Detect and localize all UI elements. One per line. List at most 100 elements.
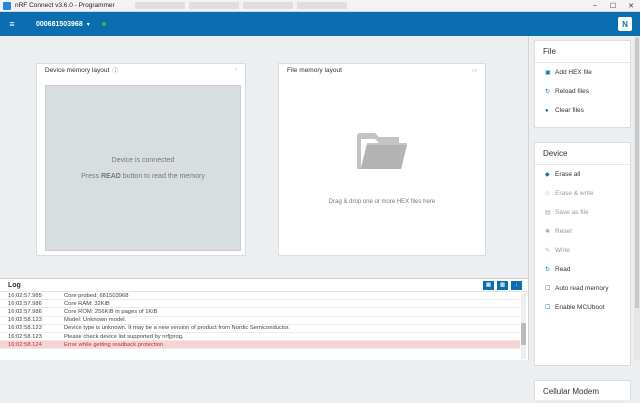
log-timestamp: 16:02:57.986 <box>8 300 42 307</box>
action-label: Clear files <box>555 107 584 114</box>
sidebar: File ▣ Add HEX file ↻ Reload files ● Clear fi… <box>528 36 640 403</box>
minus-circle-icon: ● <box>545 107 549 114</box>
log-message: Please check device list supported by nr… <box>64 333 184 340</box>
checkbox-icon: ☐ <box>545 286 551 292</box>
device-memory-header: Device memory layout ⓘ ▫ <box>37 64 245 76</box>
device-memory-title: Device memory layout <box>45 66 110 74</box>
nordic-logo: N <box>618 17 632 31</box>
device-actions: ◆ Erase all ◇ Erase & write ▤ Save as file ✱ Re… <box>535 165 630 317</box>
log-row: 16:02:57.986 Core ROM: 256KiB in pages of… <box>0 308 520 317</box>
file-memory-card: File memory layout ▭ Drag & drop one or … <box>278 63 486 256</box>
auto-read-memory-button[interactable]: ☐ Auto read memory <box>535 279 630 298</box>
file-memory-title: File memory layout <box>287 66 342 74</box>
file-memory-header: File memory layout ▭ <box>279 64 485 76</box>
maximize-icon[interactable]: ☐ <box>604 0 622 12</box>
action-label: Erase all <box>555 171 581 178</box>
save-icon: ▤ <box>545 210 551 216</box>
log-row: 16:02:57.985 Core probed: 681503968 <box>0 292 520 301</box>
action-label: Erase & write <box>555 190 594 197</box>
log-row-error: 16:02:58.124 Error while getting readback… <box>0 341 520 350</box>
log-entries: 16:02:57.985 Core probed: 681503968 16:02:… <box>0 292 520 350</box>
log-header: Log ▤ ▥ ↓ <box>0 279 528 292</box>
background-tab <box>188 2 239 9</box>
action-label: Read <box>555 266 571 273</box>
save-as-file-button[interactable]: ▤ Save as file <box>535 203 630 222</box>
action-label: Add HEX file <box>555 69 592 76</box>
device-memory-map: Device is connected Press READ button to… <box>45 85 241 251</box>
log-message: Core RAM: 32KiB <box>64 300 110 307</box>
erase-all-button[interactable]: ◆ Erase all <box>535 165 630 184</box>
log-scrollbar[interactable] <box>521 293 526 359</box>
reload-files-button[interactable]: ↻ Reload files <box>535 82 630 101</box>
cellular-modem-panel: Cellular Modem <box>534 380 631 403</box>
background-tab <box>242 2 293 9</box>
log-message: Device type is unknown. It may be a new … <box>64 325 290 332</box>
cellular-modem-title: Cellular Modem <box>535 381 630 403</box>
hamburger-menu-icon[interactable]: ≡ <box>0 19 24 29</box>
action-label: Write <box>555 247 571 254</box>
minimize-icon[interactable]: – <box>586 0 604 12</box>
log-scrollbar-thumb[interactable] <box>521 323 526 345</box>
add-hex-file-button[interactable]: ▣ Add HEX file <box>535 63 630 82</box>
action-label: Auto read memory <box>555 285 609 292</box>
log-timestamp: 16:02:58.123 <box>8 325 42 332</box>
log-message: Error while getting readback protection <box>64 341 164 348</box>
log-toolbar: ▤ ▥ ↓ <box>483 280 522 290</box>
folder-small-icon: ▭ <box>471 67 477 74</box>
log-row: 16:02:57.986 Core RAM: 32KiB <box>0 300 520 309</box>
window-title: nRF Connect v3.6.0 - Programmer <box>15 2 115 9</box>
device-panel-title: Device <box>535 143 630 165</box>
enable-mcuboot-button[interactable]: ☐ Enable MCUboot <box>535 298 630 317</box>
log-timestamp: 16:02:58.123 <box>8 317 42 324</box>
log-panel: Log ▤ ▥ ↓ 16:02:57.985 Core probed: 68150… <box>0 278 528 360</box>
read-instruction-keyword: READ <box>100 172 121 180</box>
sidebar-scrollbar[interactable] <box>634 36 640 360</box>
eraser-icon: ◆ <box>545 172 550 178</box>
sidebar-scrollbar-thumb[interactable] <box>635 38 639 308</box>
device-memory-card: Device memory layout ⓘ ▫ Device is conne… <box>36 63 246 256</box>
close-icon[interactable]: ✕ <box>622 0 640 12</box>
file-panel-title: File <box>535 41 630 63</box>
background-tab <box>134 2 185 9</box>
action-label: Reset <box>555 228 572 235</box>
erase-write-button[interactable]: ◇ Erase & write <box>535 184 630 203</box>
app-bar: ≡ 000681503968 ▾ N <box>0 12 640 36</box>
device-selector[interactable]: 000681503968 <box>36 21 83 28</box>
eraser-write-icon: ◇ <box>545 191 550 197</box>
info-icon[interactable]: ⓘ <box>112 66 118 75</box>
log-row: 16:02:58.123 Device type is unknown. It m… <box>0 325 520 333</box>
window-controls: – ☐ ✕ <box>586 0 640 12</box>
reset-button[interactable]: ✱ Reset <box>535 222 630 241</box>
file-panel: File ▣ Add HEX file ↻ Reload files ● Clear fi… <box>534 40 631 128</box>
device-panel: Device ◆ Erase all ◇ Erase & write ▤ Save as … <box>534 142 631 366</box>
log-row: 16:02:58.123 Model: Unknown model. <box>0 317 520 325</box>
log-timestamp: 16:02:58.124 <box>8 341 42 348</box>
main-content: Device memory layout ⓘ ▫ Device is conne… <box>0 36 528 274</box>
log-title: Log <box>8 281 21 289</box>
window-titlebar: nRF Connect v3.6.0 - Programmer – ☐ ✕ <box>0 0 640 12</box>
read-instruction-suffix: button to read the memory <box>120 172 205 180</box>
file-actions: ▣ Add HEX file ↻ Reload files ● Clear files <box>535 63 630 120</box>
device-connected-message: Device is connected <box>111 156 175 164</box>
action-label: Save as file <box>555 209 589 216</box>
log-timestamp: 16:02:57.986 <box>8 308 42 315</box>
read-instruction: Press READ button to read the memory <box>81 173 205 180</box>
checkbox-icon: ☐ <box>545 305 551 311</box>
clear-files-button[interactable]: ● Clear files <box>535 101 630 120</box>
hex-drop-zone[interactable]: Drag & drop one or more HEX files here <box>279 78 485 256</box>
folder-icon: ▣ <box>545 70 551 76</box>
autoscroll-icon[interactable]: ↓ <box>511 280 522 290</box>
chip-icon: ▫ <box>234 67 237 73</box>
folder-open-icon <box>357 133 407 169</box>
refresh-icon: ↻ <box>545 267 551 273</box>
action-label: Reload files <box>555 88 589 95</box>
log-message: Core probed: 681503968 <box>64 292 129 299</box>
action-label: Enable MCUboot <box>555 304 605 311</box>
write-button[interactable]: ✎ Write <box>535 241 630 260</box>
clear-log-icon[interactable]: ▥ <box>497 280 508 290</box>
read-button[interactable]: ↻ Read <box>535 260 630 279</box>
open-log-folder-icon[interactable]: ▤ <box>483 280 494 290</box>
chevron-down-icon[interactable]: ▾ <box>87 21 90 28</box>
reset-icon: ✱ <box>545 229 551 235</box>
app-icon <box>3 1 11 10</box>
